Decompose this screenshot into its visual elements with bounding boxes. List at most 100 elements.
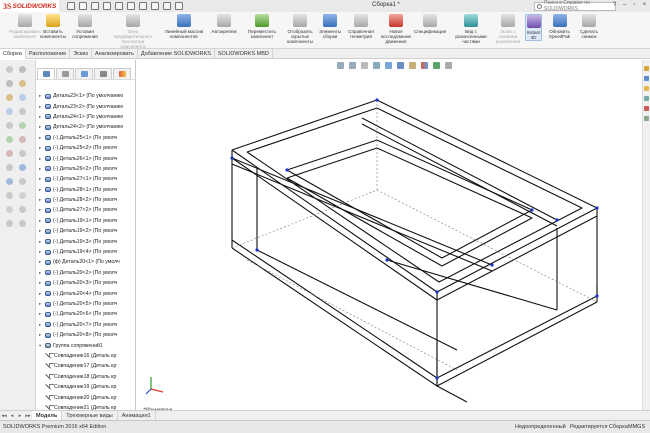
part-tree-item[interactable]: ▸ (-) Деталь20<5> (По умолч xyxy=(36,299,135,309)
mate-tree-item[interactable]: Совпадение21 (Деталь кр xyxy=(36,403,135,410)
tab-last-arrow-icon[interactable]: ▸▸ xyxy=(24,411,32,421)
expand-arrow-icon[interactable]: ▸ xyxy=(39,322,44,328)
expand-arrow-icon[interactable]: ▸ xyxy=(39,197,44,203)
expand-arrow-icon[interactable]: ▸ xyxy=(39,301,44,307)
hide-icon[interactable] xyxy=(19,206,26,213)
command-show-hidden[interactable]: Отобразить скрытые компоненты xyxy=(285,14,315,44)
close-button[interactable]: × xyxy=(641,1,648,9)
appearance-icon[interactable] xyxy=(19,136,26,143)
part-tree-item[interactable]: ▸ (-) Деталь27<1> (По умолч xyxy=(36,174,135,184)
expand-arrow-icon[interactable]: ▸ xyxy=(39,259,44,265)
tab-first-arrow-icon[interactable]: ◂◂ xyxy=(0,411,8,421)
part-tree-item[interactable]: ▸ (-) Деталь19<2> (По умолч xyxy=(36,226,135,236)
mate-tree-item[interactable]: Совпадение20 (Деталь кр xyxy=(36,392,135,402)
part-tree-item[interactable]: ▸ Деталь23<2> (По умолчанию xyxy=(36,101,135,111)
measure-icon[interactable] xyxy=(19,164,26,171)
isolate-icon[interactable] xyxy=(6,136,13,143)
part-tree-item[interactable]: ▸ (-) Деталь28<1> (По умолч xyxy=(36,185,135,195)
expand-arrow-icon[interactable]: ▸ xyxy=(39,176,44,182)
command-explode-line[interactable]: Эскиз с линиями разнесения xyxy=(493,14,523,44)
home-icon[interactable] xyxy=(67,2,76,10)
expand-arrow-icon[interactable]: ▸ xyxy=(39,187,44,193)
interference-icon[interactable] xyxy=(19,178,26,185)
component-icon[interactable] xyxy=(6,206,13,213)
view-palette-icon[interactable] xyxy=(644,96,649,101)
command-tab[interactable]: Добавление SOLIDWORKS xyxy=(138,49,215,59)
new-document-icon[interactable] xyxy=(79,2,88,10)
expand-arrow-icon[interactable]: ▸ xyxy=(39,135,44,141)
restore-button[interactable]: ▫ xyxy=(631,1,638,9)
command-snapshot[interactable]: Сделать снимок xyxy=(576,14,602,39)
expand-arrow-icon[interactable]: ▸ xyxy=(39,207,44,213)
part-tree-item[interactable]: ▸ Деталь24<2> (По умолчанию xyxy=(36,122,135,132)
part-tree-item[interactable]: ▸ (-) Деталь19<3> (По умолч xyxy=(36,236,135,246)
part-tree-item[interactable]: ▸ (-) Деталь25<1> (По умолч xyxy=(36,133,135,143)
interference-icon[interactable] xyxy=(19,94,26,101)
propertymanager-tab[interactable] xyxy=(56,68,74,79)
command-tab[interactable]: SOLIDWORKS MBD xyxy=(215,49,273,59)
part-tree-item[interactable]: ▸ (-) Деталь26<2> (По умолч xyxy=(36,164,135,174)
expand-arrow-icon[interactable]: ▸ xyxy=(39,218,44,224)
appearances-icon[interactable] xyxy=(644,106,649,111)
section-icon[interactable] xyxy=(6,94,13,101)
command-tab[interactable]: Анализировать xyxy=(92,49,138,59)
measure-icon[interactable] xyxy=(19,80,26,87)
tab-3d-views[interactable]: Трехмерные виды xyxy=(62,410,118,421)
expand-arrow-icon[interactable]: ▸ xyxy=(39,249,44,255)
graphics-area[interactable]: *Изометрия xyxy=(137,60,650,413)
solidworks-resources-icon[interactable] xyxy=(644,66,649,71)
part-tree-item[interactable]: ▸ (-) Деталь20<2> (По умолч xyxy=(36,268,135,278)
command-speedpak[interactable]: Обновить SpeedPak xyxy=(547,14,572,39)
help-icon[interactable]: ? xyxy=(611,1,618,9)
tab-model[interactable]: Модель xyxy=(32,410,63,421)
part-tree-item[interactable]: ▸ (-) Деталь25<2> (По умолч xyxy=(36,143,135,153)
select-other-icon[interactable] xyxy=(6,164,13,171)
expand-arrow-icon[interactable]: ▸ xyxy=(39,332,44,338)
mate-group-tree-item[interactable]: ▾ Группа сопряжений1 xyxy=(36,340,135,350)
expand-arrow-icon[interactable]: ▸ xyxy=(39,270,44,276)
section-icon[interactable] xyxy=(6,178,13,185)
expand-arrow-icon[interactable]: ▸ xyxy=(39,291,44,297)
part-tree-item[interactable]: ▸ (-) Деталь20<4> (По умолч xyxy=(36,288,135,298)
part-tree-item[interactable]: ▸ (-) Деталь28<2> (По умолч xyxy=(36,195,135,205)
command-preview-window[interactable]: Окно предварительного просмотра компонен… xyxy=(110,14,156,49)
expand-arrow-icon[interactable]: ▸ xyxy=(39,104,44,110)
open-icon[interactable] xyxy=(91,2,100,10)
pan-icon[interactable] xyxy=(19,150,26,157)
dimxpert-tab[interactable] xyxy=(94,68,112,79)
custom-properties-icon[interactable] xyxy=(644,116,649,121)
part-tree-item[interactable]: ▸ (-) Деталь27<2> (По умолч xyxy=(36,205,135,215)
command-tab[interactable]: Сборка xyxy=(0,49,26,59)
part-tree-item[interactable]: ▸ Деталь24<1> (По умолчанию xyxy=(36,112,135,122)
tab-next-arrow-icon[interactable]: ▸ xyxy=(16,411,24,421)
select-icon[interactable] xyxy=(139,2,148,10)
part-tree-item[interactable]: ▸ (-) Деталь20<6> (По умолч xyxy=(36,309,135,319)
rotate-view-icon[interactable] xyxy=(6,150,13,157)
tab-prev-arrow-icon[interactable]: ◂ xyxy=(8,411,16,421)
part-tree-item[interactable]: ▸ (-) Деталь20<8> (По умолч xyxy=(36,330,135,340)
expand-arrow-icon[interactable]: ▸ xyxy=(39,114,44,120)
smart-mate-icon[interactable] xyxy=(19,192,26,199)
help-search-input[interactable]: Поиск в Справке по SOLIDWORKS xyxy=(534,0,616,12)
rotate-view-icon[interactable] xyxy=(6,66,13,73)
component-icon[interactable] xyxy=(6,122,13,129)
design-library-icon[interactable] xyxy=(644,76,649,81)
command-edit-component[interactable]: Редактировать компонент xyxy=(9,14,41,39)
command-exploded-view[interactable]: Вид с разнесенными частями xyxy=(453,14,489,44)
command-mate[interactable]: Условия сопряжения xyxy=(70,14,100,39)
mate-tree-item[interactable]: Совпадение17 (Деталь кр xyxy=(36,361,135,371)
mate-tree-item[interactable]: Совпадение19 (Деталь кр xyxy=(36,382,135,392)
expand-arrow-icon[interactable]: ▸ xyxy=(39,228,44,234)
undo-icon[interactable] xyxy=(127,2,136,10)
expand-arrow-icon[interactable]: ▸ xyxy=(39,280,44,286)
isolate-icon[interactable] xyxy=(6,220,13,227)
command-smart-fasteners[interactable]: Автокрепеж xyxy=(209,14,239,34)
appearance-icon[interactable] xyxy=(19,220,26,227)
save-icon[interactable] xyxy=(103,2,112,10)
command-assembly-features[interactable]: Элементы сборки xyxy=(317,14,343,39)
command-insert-components[interactable]: Вставить компоненты xyxy=(39,14,67,39)
expand-arrow-icon[interactable]: ▸ xyxy=(39,156,44,162)
smart-mate-icon[interactable] xyxy=(19,108,26,115)
expand-arrow-icon[interactable]: ▸ xyxy=(39,145,44,151)
command-reference-geometry[interactable]: Справочная геометрия xyxy=(345,14,377,39)
